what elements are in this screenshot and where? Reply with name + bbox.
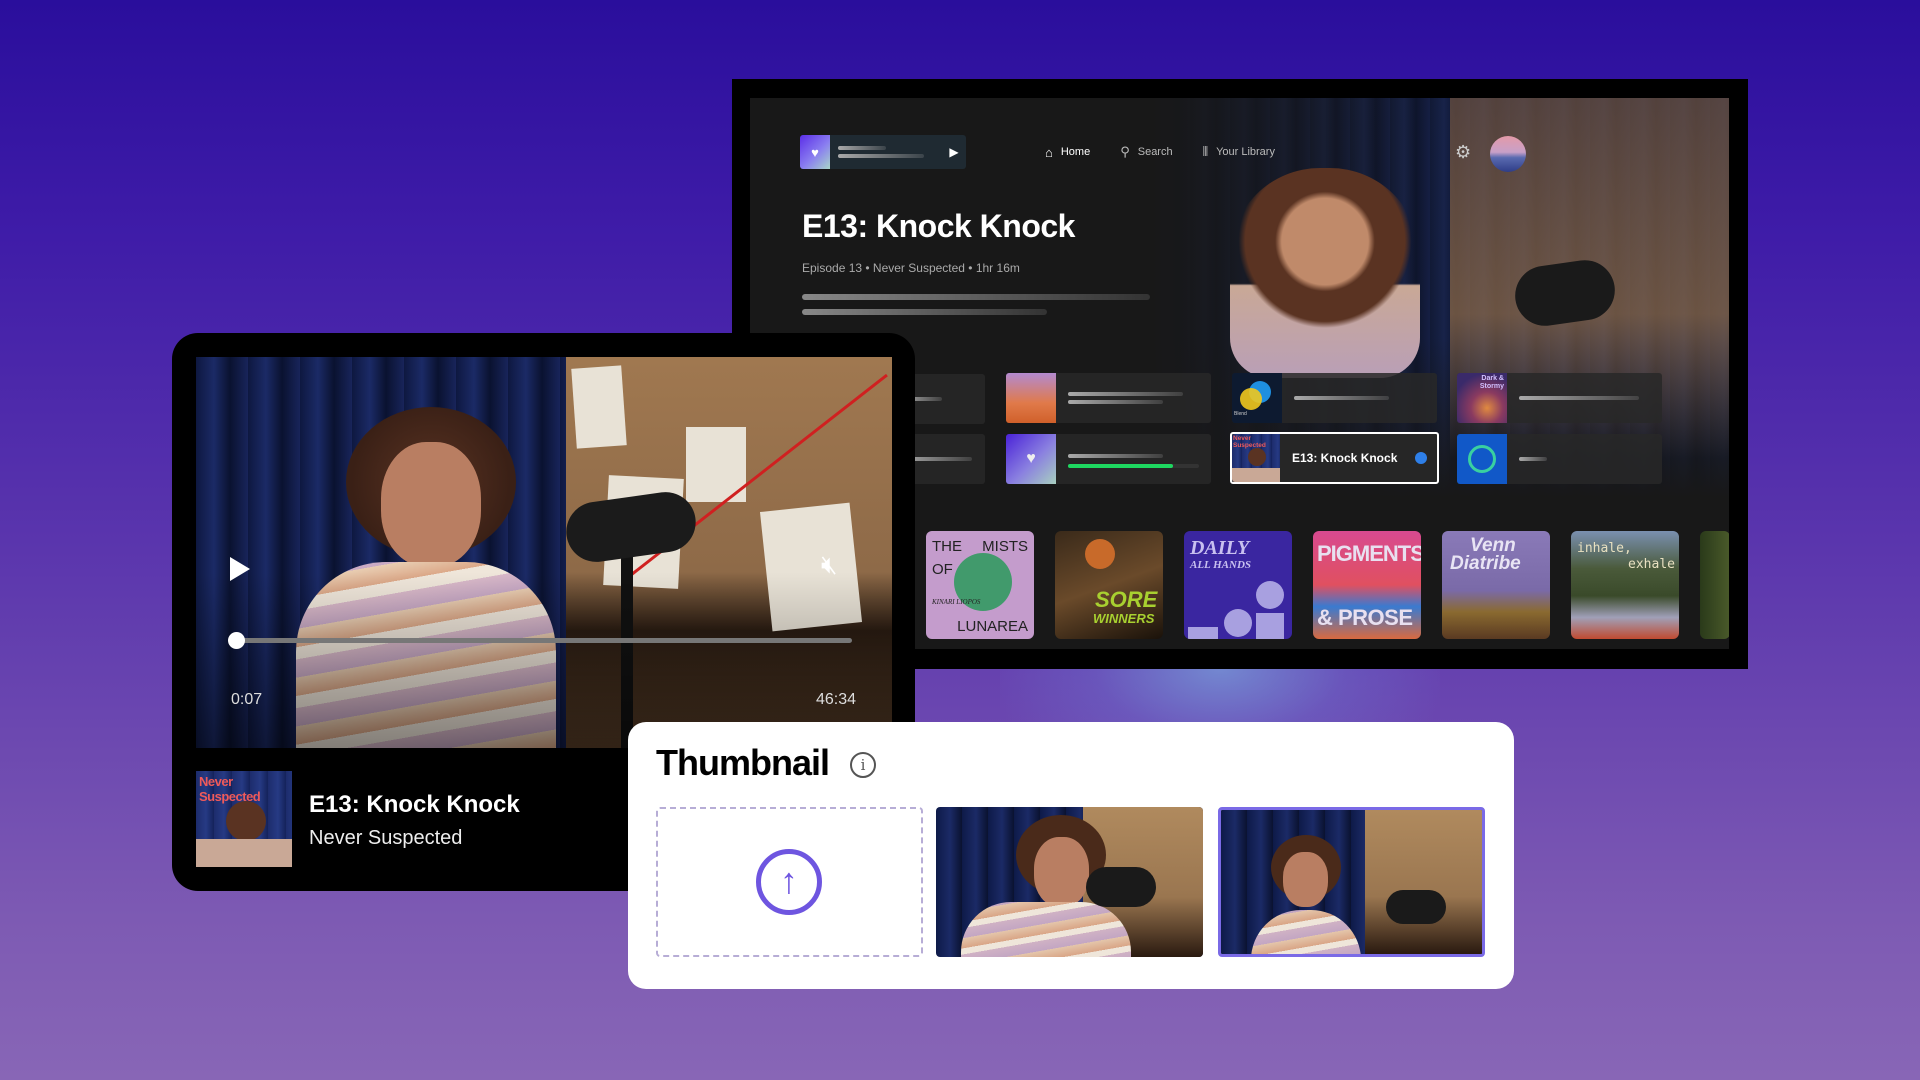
upload-arrow-icon: ↑ [756, 849, 822, 915]
episode-art: Never Suspected [1232, 434, 1280, 482]
grid-card[interactable] [1006, 373, 1211, 423]
placeholder-bar [838, 146, 886, 150]
focus-indicator-dot [1415, 452, 1427, 464]
nav-library[interactable]: ⫴ Your Library [1203, 144, 1275, 160]
episode-art-title: Never Suspected [1233, 435, 1266, 449]
now-playing-art-title: Never Suspected [199, 774, 261, 804]
card-art [1457, 434, 1507, 484]
nav-home-label: Home [1060, 146, 1091, 158]
episode-progress-fill [1068, 464, 1173, 468]
nav-search-label: Search [1137, 146, 1173, 158]
home-icon: ⌂ [1045, 144, 1053, 160]
cover-mists-of-lunarea[interactable]: THE MISTS OF KINARI LIOPOS LUNAREA [926, 531, 1034, 639]
cover-text: Diatribe [1450, 553, 1521, 574]
total-time: 46:34 [815, 691, 856, 708]
placeholder-bar [1068, 400, 1163, 404]
play-button[interactable] [230, 557, 250, 581]
cover-venn-diatribe[interactable]: Venn Diatribe [1442, 531, 1550, 639]
nav-home[interactable]: ⌂ Home [1045, 145, 1090, 160]
cover-text: KINARI LIOPOS [932, 598, 981, 606]
search-icon: ⚲ [1120, 144, 1130, 159]
nav-library-label: Your Library [1216, 146, 1275, 158]
thumbnail-option-2-selected[interactable] [1218, 807, 1485, 957]
heart-icon: ♥ [1006, 434, 1056, 484]
gear-icon[interactable]: ⚙ [1455, 142, 1471, 163]
seek-bar[interactable] [227, 632, 852, 649]
placeholder-bar [1068, 392, 1183, 396]
placeholder-bar [1294, 396, 1389, 400]
podcast-shelf: THE MISTS OF KINARI LIOPOS LUNAREA SORE … [926, 531, 1729, 639]
cover-text: PIGMENTS [1317, 541, 1421, 566]
selected-episode-label: E13: Knock Knock [1292, 451, 1398, 465]
mute-icon[interactable]: 🔇︎ [821, 549, 837, 581]
grid-card[interactable] [1457, 434, 1662, 484]
info-icon[interactable]: i [850, 752, 876, 778]
cover-pigments-and-prose[interactable]: PIGMENTS & PROSE [1313, 531, 1421, 639]
hero-title: E13: Knock Knock [802, 208, 1075, 244]
play-icon[interactable]: ▶ [942, 145, 966, 159]
cover-text: ALL HANDS [1190, 559, 1252, 571]
grid-card-dark-stormy[interactable]: Dark & Stormy [1457, 373, 1662, 423]
blend-art-label: Blend [1234, 411, 1247, 417]
placeholder-bar [802, 294, 1150, 300]
now-playing-title: E13: Knock Knock [309, 791, 520, 818]
cover-partial[interactable] [1700, 531, 1729, 639]
placeholder-bar [1068, 454, 1163, 458]
cover-text: exhale [1628, 557, 1675, 572]
cover-text: DAILY [1190, 537, 1250, 559]
hero-meta: Episode 13 • Never Suspected • 1hr 16m [802, 261, 1020, 275]
cover-text: THE [932, 538, 962, 555]
cover-text: LUNAREA [957, 618, 1028, 635]
now-playing-show[interactable]: Never Suspected [309, 827, 462, 850]
thumbnail-panel: Thumbnail i ↑ [628, 722, 1514, 989]
cover-text: MISTS [982, 538, 1028, 555]
thumbnail-option-1[interactable] [936, 807, 1203, 957]
placeholder-bar [1519, 457, 1547, 461]
placeholder-bar [1519, 396, 1639, 400]
grid-card-blend[interactable]: Blend [1232, 373, 1437, 423]
cover-text: WINNERS [1093, 611, 1155, 626]
grid-card-liked[interactable]: ♥ [1006, 434, 1211, 484]
upload-thumbnail-slot[interactable]: ↑ [656, 807, 923, 957]
placeholder-bar [838, 154, 924, 158]
tv-nav: ⌂ Home ⚲ Search ⫴ Your Library [1045, 135, 1275, 169]
cover-text: & PROSE [1317, 605, 1413, 630]
blend-art: Blend [1232, 373, 1282, 423]
heart-icon: ♥ [800, 135, 830, 169]
cover-text: SORE [1095, 587, 1158, 612]
video-player[interactable]: 🔇︎ 0:07 46:34 [196, 357, 892, 748]
now-playing-art: Never Suspected [196, 771, 292, 867]
placeholder-bar [802, 309, 1047, 315]
episode-progress [1068, 464, 1199, 468]
seek-handle[interactable] [227, 632, 245, 649]
grid-card-selected-episode[interactable]: Never Suspected E13: Knock Knock [1230, 432, 1439, 484]
library-icon: ⫴ [1202, 144, 1209, 159]
thumbnail-title: Thumbnail [656, 742, 830, 783]
avatar[interactable] [1490, 136, 1526, 172]
dark-stormy-art-label: Dark & Stormy [1479, 375, 1504, 390]
cover-sore-winners[interactable]: SORE WINNERS [1055, 531, 1163, 639]
cover-daily-all-hands[interactable]: DAILY ALL HANDS [1184, 531, 1292, 639]
cover-text: inhale, [1577, 541, 1632, 556]
dark-stormy-art: Dark & Stormy [1457, 373, 1507, 423]
card-art [1006, 373, 1056, 423]
cover-text: OF [932, 561, 953, 578]
nav-search[interactable]: ⚲ Search [1120, 144, 1172, 160]
cover-inhale-exhale[interactable]: inhale, exhale [1571, 531, 1679, 639]
mini-player[interactable]: ♥ ▶ [800, 135, 966, 169]
current-time: 0:07 [231, 691, 263, 708]
hero-host-image [1230, 168, 1420, 378]
